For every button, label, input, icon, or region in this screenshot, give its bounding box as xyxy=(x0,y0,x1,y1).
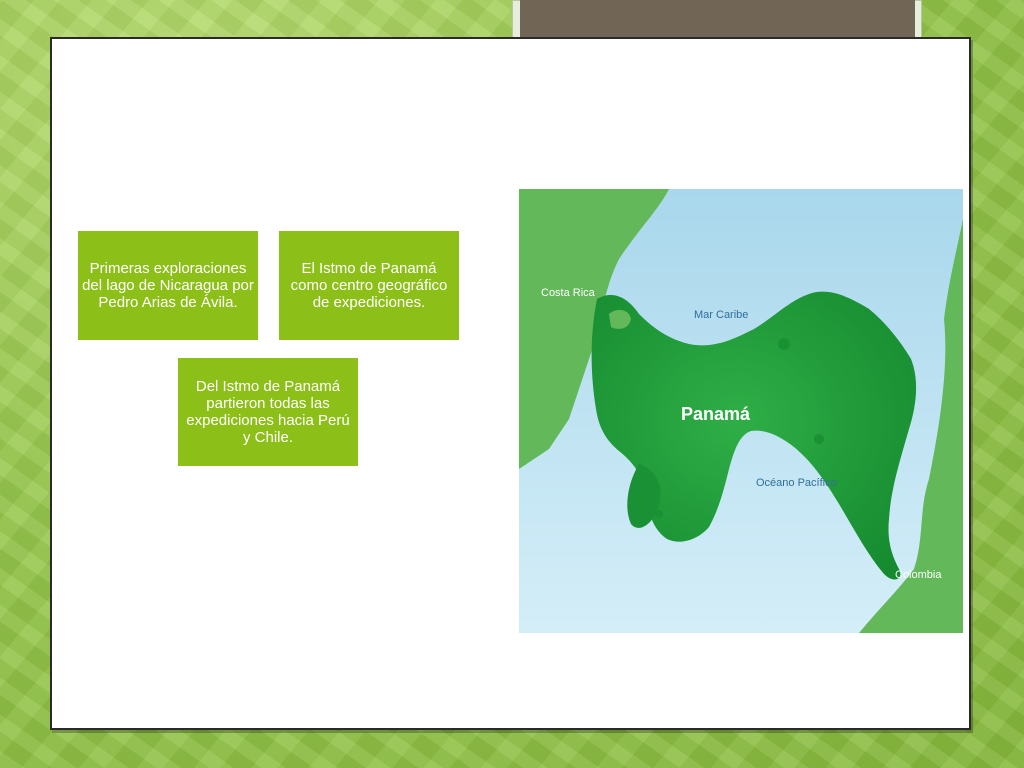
panama-map-image: Costa Rica Mar Caribe Panamá Océano Pací… xyxy=(519,189,963,633)
map-label-costa-rica: Costa Rica xyxy=(541,287,596,299)
map-label-oceano-pacifico: Océano Pacífico xyxy=(756,477,837,489)
text-box-expediciones: Del Istmo de Panamá partieron todas las … xyxy=(178,358,358,466)
map-label-colombia: Colombia xyxy=(895,569,942,581)
map-island-3 xyxy=(655,510,663,518)
map-label-mar-caribe: Mar Caribe xyxy=(694,309,748,321)
text-box-nicaragua: Primeras exploraciones del lago de Nicar… xyxy=(78,231,258,340)
map-island-1 xyxy=(778,338,790,350)
text-box-expediciones-label: Del Istmo de Panamá partieron todas las … xyxy=(186,378,350,446)
text-box-istmo-centro-label: El Istmo de Panamá como centro geográfic… xyxy=(290,260,448,311)
text-box-nicaragua-label: Primeras exploraciones del lago de Nicar… xyxy=(82,260,254,311)
map-label-panama: Panamá xyxy=(681,404,751,424)
text-box-istmo-centro: El Istmo de Panamá como centro geográfic… xyxy=(279,231,459,340)
map-island-2 xyxy=(814,434,824,444)
